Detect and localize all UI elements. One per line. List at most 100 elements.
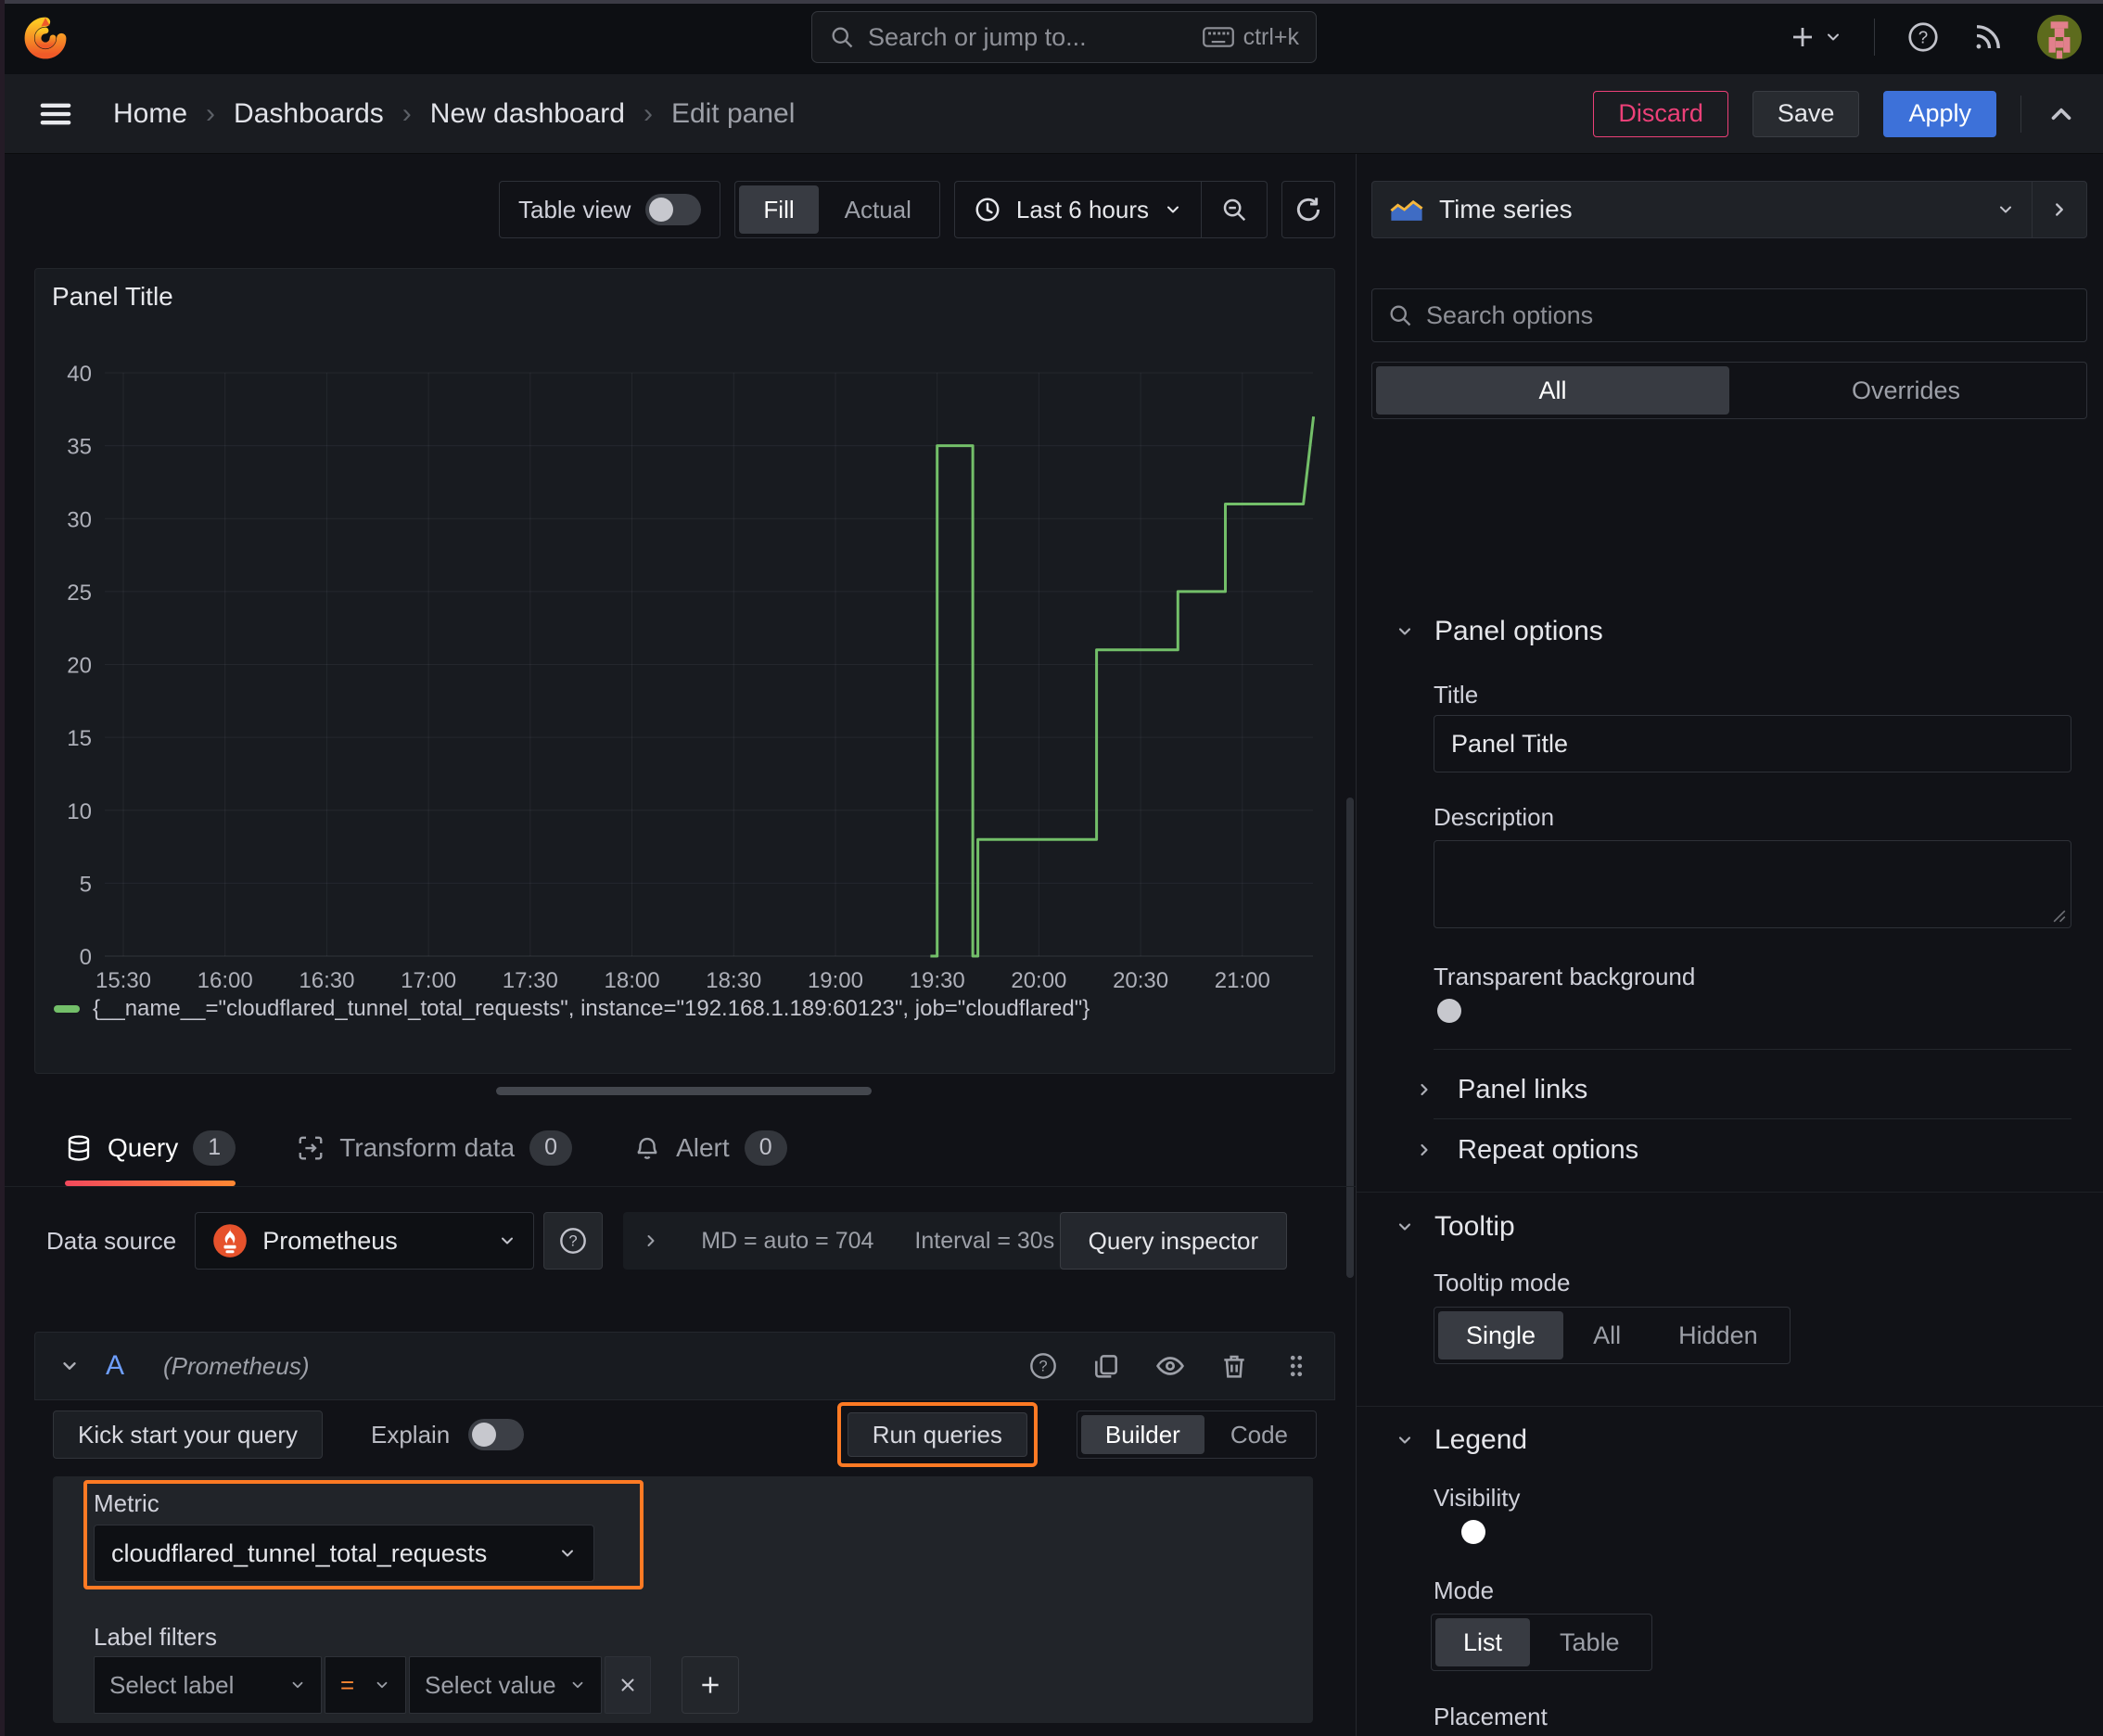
svg-text:15: 15	[67, 726, 92, 751]
toggle-visibility-icon[interactable]	[1154, 1350, 1186, 1382]
run-queries-button[interactable]: Run queries	[847, 1412, 1027, 1457]
chart-legend[interactable]: {__name__="cloudflared_tunnel_total_requ…	[54, 996, 1090, 1022]
query-inspector-button[interactable]: Query inspector	[1059, 1212, 1288, 1270]
interval-stat: Interval = 30s	[914, 1227, 1055, 1254]
nav-divider	[2020, 95, 2021, 133]
title-field-label: Title	[1434, 681, 1479, 708]
close-icon	[621, 1679, 634, 1691]
time-series-chart[interactable]: 0 5 10 15 20 25 30 35 40 15:30 16:00 16:30 17:00 17:3…	[35, 269, 1336, 1075]
tooltip-all-option[interactable]: All	[1565, 1311, 1649, 1359]
svg-text:20: 20	[67, 654, 92, 679]
query-ref-id: A	[106, 1350, 125, 1381]
options-sidebar: Time series Search options All Overrides…	[1356, 154, 2103, 1736]
grafana-logo-icon[interactable]	[24, 17, 67, 59]
panel-options-section-header[interactable]: Panel options	[1396, 616, 1603, 647]
news-feed-icon[interactable]	[1971, 20, 2005, 54]
query-row-header[interactable]: A (Prometheus) ?	[34, 1332, 1335, 1400]
add-new-button[interactable]	[1789, 23, 1842, 51]
save-button[interactable]: Save	[1752, 90, 1860, 137]
query-help-icon[interactable]: ?	[1028, 1351, 1058, 1381]
add-filter-button[interactable]	[682, 1656, 739, 1714]
repeat-options-label: Repeat options	[1458, 1134, 1639, 1165]
menu-toggle-button[interactable]	[37, 96, 74, 133]
chevron-down-icon	[1167, 206, 1179, 213]
svg-text:30: 30	[67, 507, 92, 532]
description-textarea[interactable]	[1434, 840, 2071, 928]
chevron-down-icon	[376, 1681, 388, 1689]
collapse-options-pane-button[interactable]	[2046, 98, 2077, 130]
user-avatar[interactable]	[2036, 14, 2083, 60]
select-label-dropdown[interactable]: Select label	[94, 1656, 322, 1714]
panel-links-section-header[interactable]: Panel links	[1415, 1067, 1587, 1112]
breadcrumb-new-dashboard[interactable]: New dashboard	[430, 98, 625, 130]
datasource-help-button[interactable]: ?	[543, 1212, 604, 1270]
breadcrumb-dashboards[interactable]: Dashboards	[234, 98, 384, 130]
visualization-picker: Time series	[1371, 181, 2087, 238]
query-builder-editor: Metric cloudflared_tunnel_total_requests…	[53, 1476, 1313, 1723]
transform-count-badge: 0	[529, 1130, 573, 1166]
search-shortcut: ctrl+k	[1243, 23, 1299, 50]
actual-option[interactable]: Actual	[821, 185, 936, 234]
mode-table-option[interactable]: Table	[1532, 1618, 1648, 1666]
datasource-picker[interactable]: Prometheus	[195, 1212, 535, 1270]
query-options-strip[interactable]: MD = auto = 704 Interval = 30s Query ins…	[623, 1212, 1288, 1270]
apply-button[interactable]: Apply	[1883, 90, 1996, 137]
code-option[interactable]: Code	[1206, 1415, 1312, 1454]
tooltip-hidden-option[interactable]: Hidden	[1651, 1311, 1786, 1359]
viz-select[interactable]: Time series	[1372, 182, 2032, 237]
panel-title-input[interactable]: Panel Title	[1434, 715, 2071, 772]
tab-transform-label: Transform data	[339, 1132, 516, 1162]
legend-section-header[interactable]: Legend	[1396, 1424, 1527, 1456]
chevron-down-icon[interactable]	[59, 1356, 80, 1376]
svg-text:18:30: 18:30	[706, 968, 761, 993]
metric-label: Metric	[94, 1489, 159, 1517]
select-value-dropdown[interactable]: Select value	[409, 1656, 602, 1714]
svg-text:?: ?	[569, 1232, 578, 1250]
breadcrumb-home[interactable]: Home	[113, 98, 187, 130]
tooltip-mode-group: Single All Hidden	[1434, 1307, 1791, 1364]
tab-alert[interactable]: Alert 0	[633, 1109, 787, 1186]
search-placeholder: Search or jump to...	[868, 22, 1087, 51]
main-scrollbar[interactable]	[1346, 798, 1354, 1278]
tab-overrides[interactable]: Overrides	[1729, 366, 2083, 415]
options-search-placeholder: Search options	[1426, 300, 1594, 329]
label-filters-label: Label filters	[94, 1623, 217, 1651]
tooltip-single-option[interactable]: Single	[1438, 1311, 1564, 1359]
chevron-down-icon	[1398, 628, 1411, 635]
viz-suggestions-button[interactable]	[2033, 199, 2086, 220]
edit-pane: Table view Fill Actual Last 6 hours Pane…	[0, 154, 1356, 1736]
pane-resize-handle[interactable]	[496, 1087, 872, 1095]
explain-label: Explain	[370, 1420, 451, 1449]
tab-query-label: Query	[108, 1132, 179, 1162]
kick-start-button[interactable]: Kick start your query	[53, 1410, 323, 1459]
tooltip-mode-label: Tooltip mode	[1434, 1269, 1571, 1296]
builder-option[interactable]: Builder	[1080, 1415, 1204, 1454]
zoom-out-button[interactable]	[1202, 182, 1267, 237]
remove-filter-button[interactable]	[605, 1656, 651, 1714]
delete-query-icon[interactable]	[1219, 1351, 1249, 1381]
global-search-input[interactable]: Search or jump to... ctrl+k	[811, 11, 1317, 63]
duplicate-query-icon[interactable]	[1091, 1351, 1121, 1381]
explain-toggle[interactable]	[468, 1419, 525, 1450]
transparent-bg-label: Transparent background	[1434, 963, 1696, 990]
tooltip-section-header[interactable]: Tooltip	[1396, 1211, 1515, 1243]
mode-list-option[interactable]: List	[1435, 1618, 1531, 1666]
time-range-picker[interactable]: Last 6 hours	[955, 182, 1201, 237]
discard-button[interactable]: Discard	[1593, 90, 1728, 137]
resize-corner-icon[interactable]	[2053, 910, 2066, 923]
fill-option[interactable]: Fill	[739, 185, 819, 234]
table-view-toggle[interactable]	[645, 194, 702, 225]
tab-query[interactable]: Query 1	[65, 1109, 236, 1186]
svg-text:18:00: 18:00	[605, 968, 660, 993]
repeat-options-section-header[interactable]: Repeat options	[1415, 1128, 1638, 1172]
tab-all[interactable]: All	[1376, 366, 1729, 415]
chevron-right-icon: ›	[401, 97, 412, 129]
metric-dropdown[interactable]: cloudflared_tunnel_total_requests	[94, 1525, 594, 1582]
tab-transform[interactable]: Transform data 0	[297, 1109, 573, 1186]
options-search-input[interactable]: Search options	[1371, 288, 2087, 342]
operator-dropdown[interactable]: =	[325, 1656, 406, 1714]
tooltip-title: Tooltip	[1434, 1211, 1515, 1242]
drag-handle-icon[interactable]	[1282, 1352, 1310, 1380]
refresh-button[interactable]	[1281, 181, 1335, 238]
help-button[interactable]: ?	[1906, 20, 1940, 54]
